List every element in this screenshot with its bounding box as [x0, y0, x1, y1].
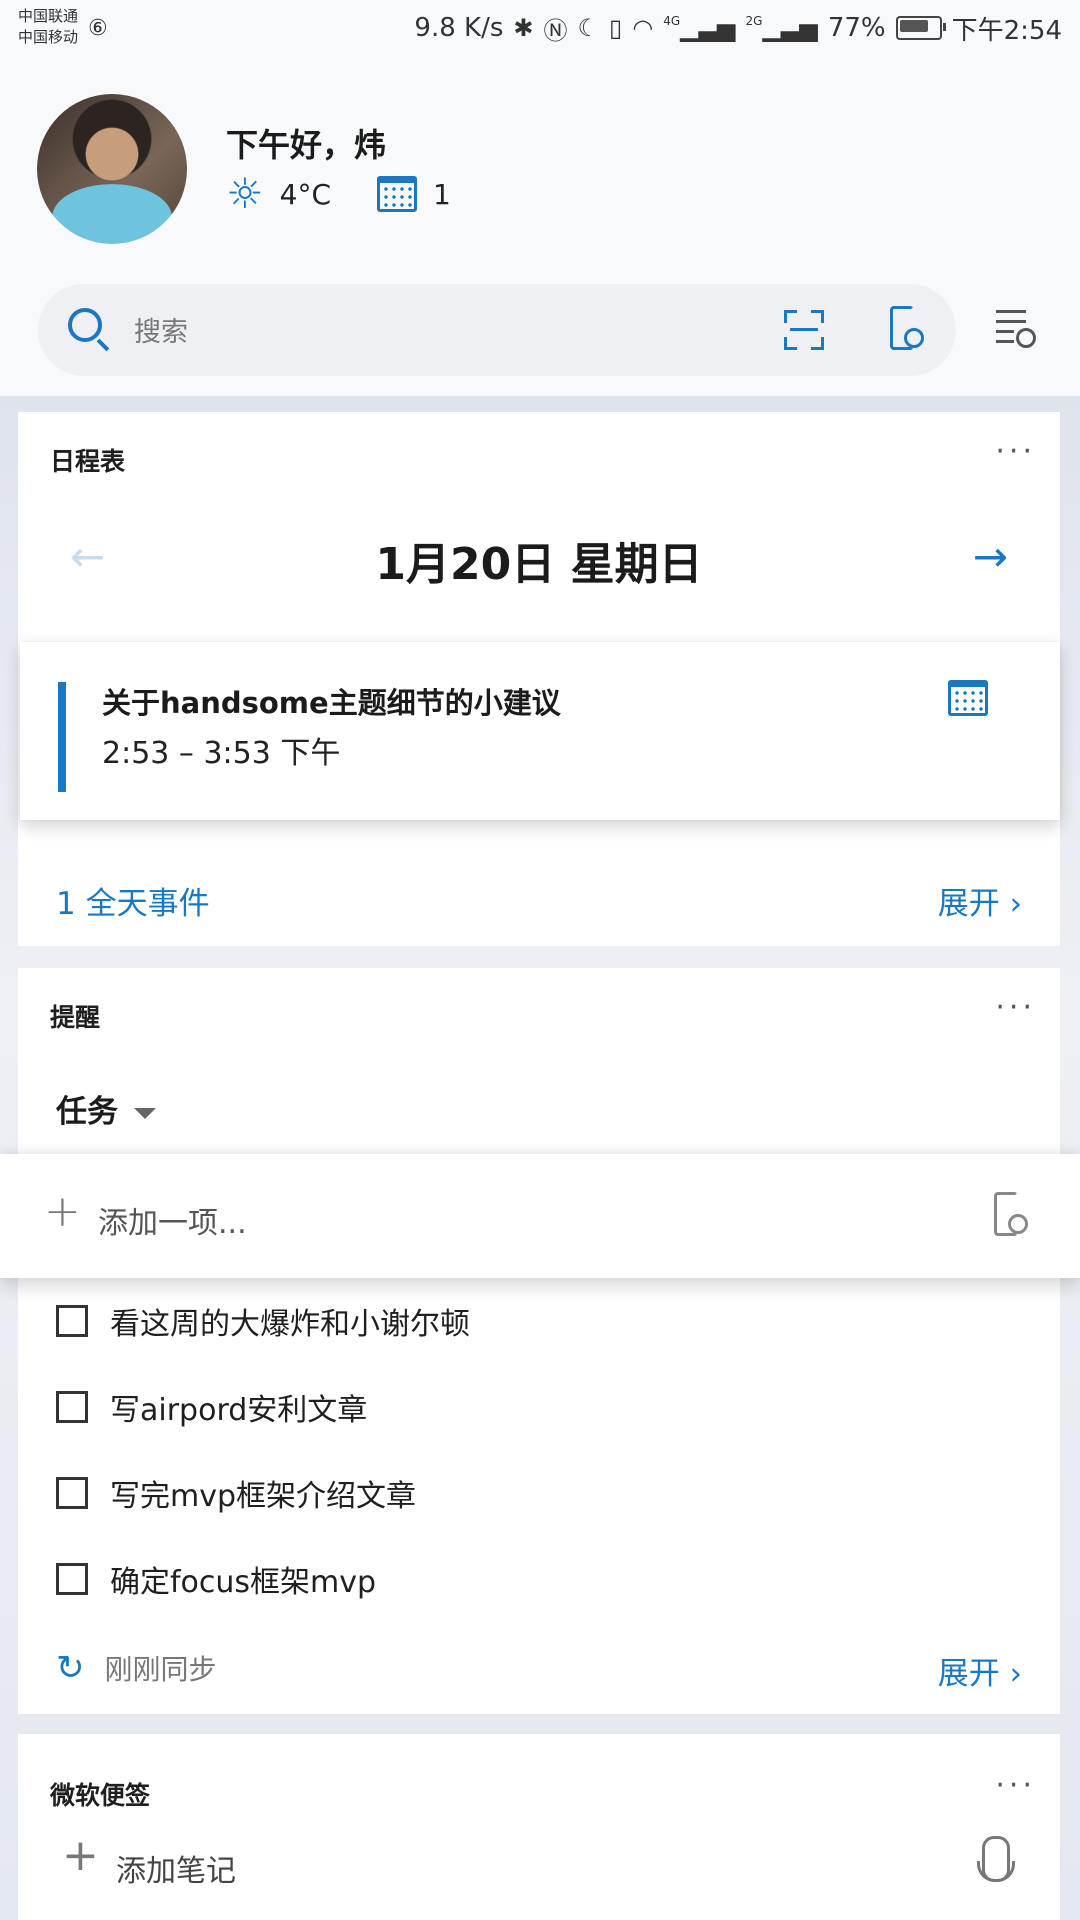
sync-status: 刚刚同步 — [104, 1653, 217, 1686]
event-item[interactable]: 关于handsome主题细节的小建议 2:53 – 3:53 下午 — [20, 642, 1060, 820]
task-item[interactable]: 看这周的大爆炸和小谢尔顿 — [56, 1296, 470, 1346]
vibrate-icon: ▯ — [609, 14, 623, 42]
wifi-icon: ◠ — [632, 14, 654, 42]
carrier-labels: 中国联通 中国移动 — [18, 6, 78, 48]
scan-icon[interactable] — [784, 310, 824, 350]
reminders-more-button[interactable]: ··· — [995, 990, 1036, 1025]
calendar-date: 1月20日 星期日 — [375, 539, 703, 590]
net-2g-label: 2G — [745, 14, 763, 28]
add-task-bar[interactable]: + 添加一项... — [0, 1154, 1080, 1278]
notes-card-title: 微软便签 — [50, 1781, 151, 1810]
task-checkbox[interactable] — [56, 1391, 88, 1423]
calendar-icon — [377, 176, 418, 212]
add-task-input[interactable]: 添加一项... — [98, 1198, 247, 1242]
all-day-events-link[interactable]: 1 全天事件 — [56, 878, 210, 923]
task-item[interactable]: 确定focus框架mvp — [56, 1554, 376, 1604]
voice-search-icon[interactable] — [890, 306, 924, 352]
temperature: 4°C — [279, 177, 332, 211]
bluetooth-icon: ✱ — [513, 14, 534, 42]
greeting: 下午好，炜 — [226, 126, 387, 164]
task-label: 写airpord安利文章 — [110, 1393, 368, 1428]
reminders-card-title: 提醒 — [50, 1003, 101, 1032]
header: 下午好，炜 ☼ 4°C 1 搜索 — [0, 56, 1080, 396]
task-item[interactable]: 写airpord安利文章 — [56, 1382, 367, 1432]
do-not-disturb-icon: ☾ — [577, 14, 600, 42]
task-checkbox[interactable] — [56, 1477, 88, 1509]
sticky-notes-card: 微软便签 ··· + 添加笔记 — [18, 1734, 1060, 1920]
avatar[interactable] — [37, 94, 187, 244]
notes-more-button[interactable]: ··· — [995, 1768, 1036, 1803]
sun-icon: ☼ — [226, 169, 264, 218]
status-bar: 中国联通 中国移动 ⑥ 9.8 K/s ✱ Ⓝ ☾ ▯ ◠ 4G▁▃▅ 2G▁▃… — [0, 0, 1080, 56]
task-list-name: 任务 — [56, 1094, 118, 1130]
event-time: 2:53 – 3:53 下午 — [102, 736, 341, 771]
battery-icon — [895, 16, 946, 40]
event-color-bar — [58, 682, 66, 792]
hd-call-icon: ⑥ — [88, 16, 108, 41]
search-bar[interactable]: 搜索 — [38, 284, 956, 376]
plus-icon: + — [62, 1830, 99, 1881]
task-checkbox[interactable] — [56, 1305, 88, 1337]
nfc-icon: Ⓝ — [543, 16, 568, 45]
reminders-card: 提醒 ··· 任务 看这周的大爆炸和小谢尔顿 写airpord安利文章 写完mv… — [18, 968, 1060, 1714]
task-label: 看这周的大爆炸和小谢尔顿 — [110, 1307, 470, 1342]
search-icon — [68, 308, 102, 342]
calendar-more-button[interactable]: ··· — [995, 434, 1036, 469]
carrier-2: 中国移动 — [18, 28, 79, 46]
carrier-1: 中国联通 — [18, 7, 79, 25]
weather-row[interactable]: ☼ 4°C 1 — [226, 169, 451, 218]
customize-feed-icon[interactable] — [996, 306, 1036, 348]
task-label: 写完mvp框架介绍文章 — [110, 1479, 417, 1514]
add-note-button[interactable]: 添加笔记 — [116, 1846, 236, 1890]
net-4g-label: 4G — [663, 14, 681, 28]
chevron-down-icon — [134, 1108, 156, 1119]
signal-2g-icon: 2G▁▃▅ — [745, 14, 818, 42]
calendar-expand-button[interactable]: 展开 › — [938, 878, 1022, 923]
search-input[interactable]: 搜索 — [134, 310, 188, 349]
reminders-expand-button[interactable]: 展开 › — [938, 1648, 1022, 1693]
calendar-card-title: 日程表 — [50, 447, 126, 476]
event-title: 关于handsome主题细节的小建议 — [102, 686, 561, 720]
status-icons: 9.8 K/s ✱ Ⓝ ☾ ▯ ◠ 4G▁▃▅ 2G▁▃▅ 77% 下午2:54 — [414, 10, 1062, 46]
microphone-icon[interactable] — [977, 1836, 1015, 1882]
refresh-icon[interactable]: ↻ — [56, 1648, 85, 1688]
task-item[interactable]: 写完mvp框架介绍文章 — [56, 1468, 416, 1518]
sync-status-row[interactable]: ↻ 刚刚同步 — [56, 1648, 217, 1688]
network-speed: 9.8 K/s — [414, 13, 504, 43]
voice-input-icon[interactable] — [994, 1192, 1028, 1238]
plus-icon: + — [44, 1186, 81, 1237]
task-checkbox[interactable] — [56, 1563, 88, 1595]
signal-4g-icon: 4G▁▃▅ — [663, 14, 736, 42]
clock: 下午2:54 — [951, 15, 1062, 46]
task-label: 确定focus框架mvp — [110, 1565, 377, 1600]
task-list-dropdown[interactable]: 任务 — [56, 1086, 156, 1131]
next-day-arrow-icon[interactable]: → — [973, 532, 1008, 581]
open-calendar-icon[interactable] — [948, 680, 988, 716]
calendar-count: 1 — [433, 177, 451, 211]
battery-percent: 77% — [827, 13, 886, 43]
